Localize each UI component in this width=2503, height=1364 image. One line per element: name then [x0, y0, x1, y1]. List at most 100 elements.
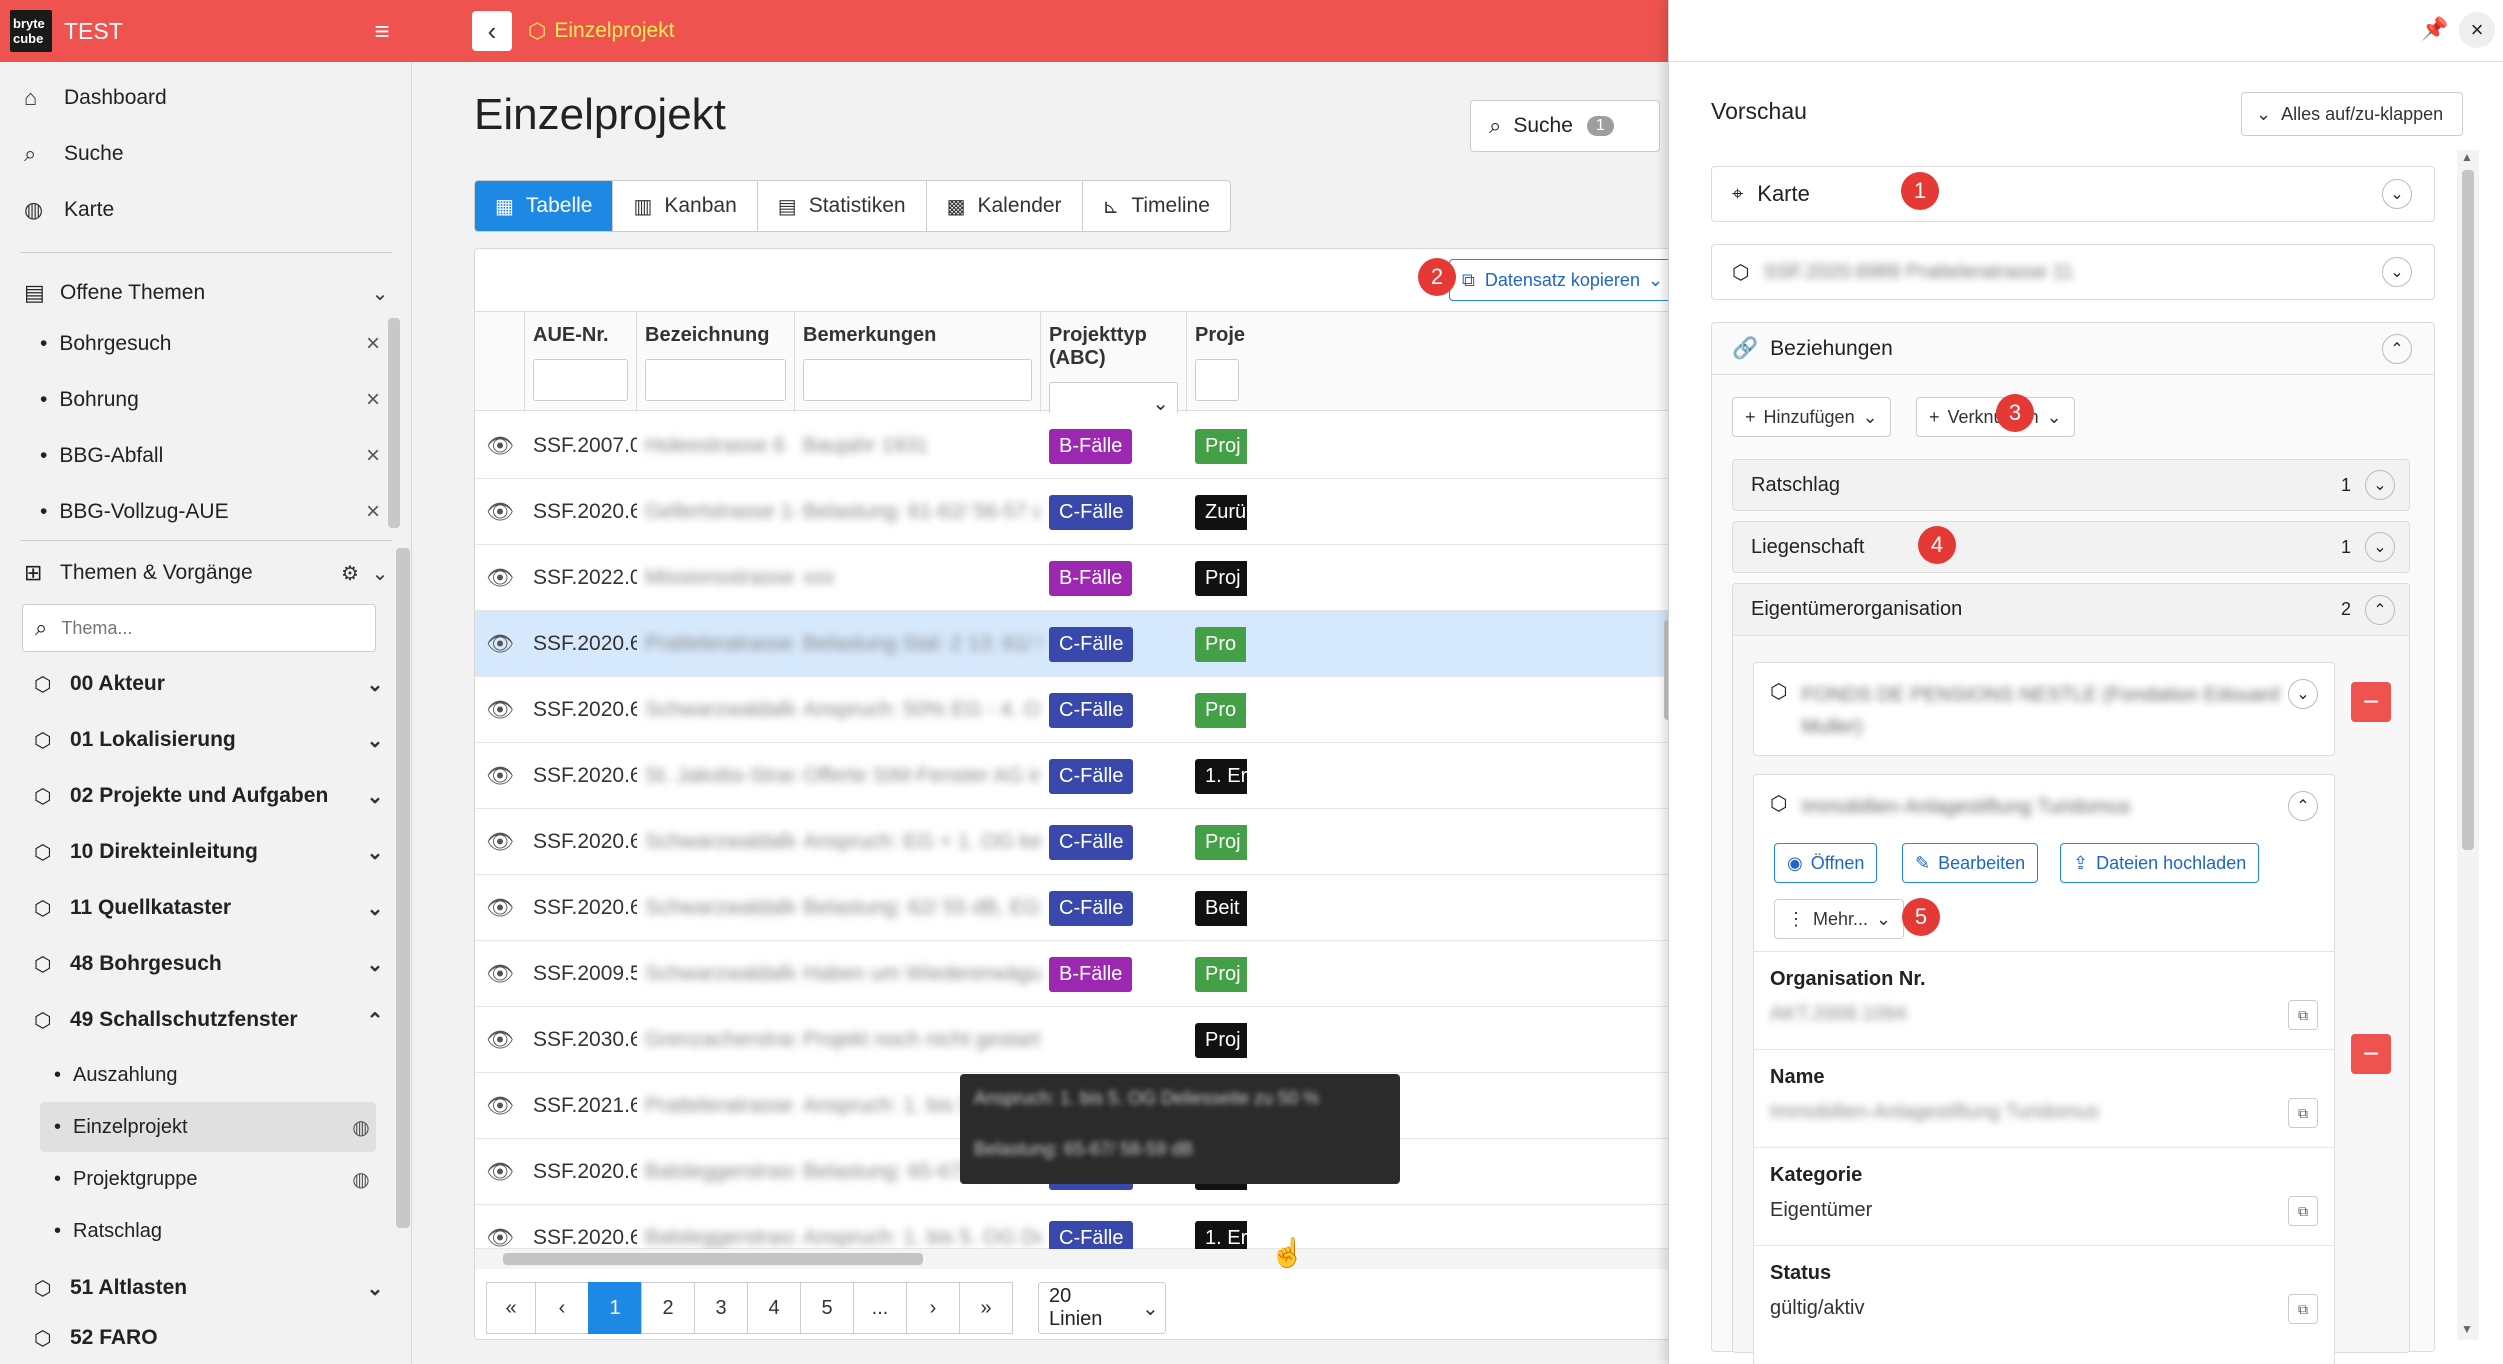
menu-icon[interactable]: ≡ [362, 11, 402, 51]
page-prev-button[interactable]: ‹ [535, 1282, 589, 1334]
chevron-down-icon[interactable]: ⌄ [2382, 257, 2412, 287]
header-bezeichnung[interactable]: Bezeichnung [637, 312, 795, 412]
eigentuemer-header[interactable]: Eigentümerorganisation 2 ⌃ [1733, 584, 2409, 636]
sub-topic-item-active[interactable]: • Einzelprojekt ◍ [40, 1102, 376, 1152]
page-4-button[interactable]: 4 [747, 1282, 801, 1334]
nav-map[interactable]: ◍ Karte [0, 182, 412, 238]
open-topic-item[interactable]: • Bohrung × [0, 372, 390, 428]
upload-files-button[interactable]: ⇪ Dateien hochladen [2060, 843, 2260, 883]
page-3-button[interactable]: 3 [694, 1282, 748, 1334]
chevron-up-icon[interactable]: ⌃ [360, 1008, 390, 1033]
table-row[interactable]: 👁 SSF.2007.0671 Holeestrasse 6 Baujahr 1931… [475, 413, 1671, 479]
copy-icon[interactable]: ⧉ [2288, 1294, 2318, 1324]
chevron-down-icon[interactable]: ⌄ [2288, 679, 2318, 709]
chevron-down-icon[interactable]: ⌄ [2365, 470, 2395, 500]
topic-item[interactable]: ⬡ 00 Akteur ⌄ [0, 656, 390, 712]
copy-icon[interactable]: ⧉ [2288, 1196, 2318, 1226]
page-last-button[interactable]: » [959, 1282, 1013, 1334]
table-row[interactable]: 👁 SSF.2020.6979 St. Jakobs-Strasse 157 Offe… [475, 743, 1671, 809]
filter-input[interactable] [1195, 359, 1239, 401]
tab-statistics[interactable]: ▤ Statistiken [758, 181, 927, 231]
chevron-down-icon[interactable]: ⌄ [360, 1276, 390, 1301]
link-relation-button[interactable]: + Verknüpfen ⌄ [1916, 397, 2075, 437]
open-topics-header[interactable]: ▤ Offene Themen ⌄ [0, 268, 395, 318]
remove-relation-button[interactable]: − [2351, 682, 2391, 722]
table-row[interactable]: 👁 SSF.2020.6926 Schwarzwaldallee 65 Belastu… [475, 875, 1671, 941]
topics-header[interactable]: ⊞ Themen & Vorgänge ⚙ ⌄ [0, 548, 395, 598]
topic-item[interactable]: ⬡ 48 Bohrgesuch ⌄ [0, 936, 390, 992]
scroll-up-icon[interactable]: ▲ [2461, 150, 2473, 164]
add-relation-button[interactable]: + Hinzufügen ⌄ [1732, 397, 1891, 437]
eye-icon[interactable]: 👁 [475, 545, 525, 611]
topic-search-input[interactable] [61, 617, 342, 639]
header-aue-nr[interactable]: AUE-Nr. [525, 312, 637, 412]
tab-calendar[interactable]: ▩ Kalender [927, 181, 1083, 231]
topic-item[interactable]: ⬡ 01 Lokalisierung ⌄ [0, 712, 390, 768]
page-first-button[interactable]: « [486, 1282, 536, 1334]
topic-item-expanded[interactable]: ⬡ 49 Schallschutzfenster ⌃ [0, 992, 390, 1048]
close-icon[interactable]: × [356, 442, 390, 470]
open-topic-item[interactable]: • Bohrgesuch × [0, 316, 390, 372]
nav-search[interactable]: ⌕ Suche [0, 126, 412, 182]
eye-icon[interactable]: 👁 [475, 1073, 525, 1139]
globe-icon[interactable]: ◍ [346, 1167, 376, 1192]
app-logo[interactable]: bryte cube [10, 10, 52, 52]
eye-icon[interactable]: 👁 [475, 611, 525, 677]
topic-item[interactable]: ⬡ 02 Projekte und Aufgaben ⌄ [0, 768, 390, 824]
table-row[interactable]: 👁 SSF.2020.6989 Pratteleratrasse 11 Belastu… [475, 611, 1671, 677]
chevron-down-icon[interactable]: ⌄ [2382, 179, 2412, 209]
toggle-all-button[interactable]: ⌄ Alles auf/zu-klappen [2241, 92, 2463, 136]
topic-item[interactable]: ⬡ 11 Quellkataster ⌄ [0, 880, 390, 936]
tab-kanban[interactable]: ▥ Kanban [613, 181, 758, 231]
copy-icon[interactable]: ⧉ [2288, 1098, 2318, 1128]
open-topic-item[interactable]: • BBG-Abfall × [0, 428, 390, 484]
chevron-down-icon[interactable]: ⌄ [360, 672, 390, 697]
close-icon[interactable]: × [356, 386, 390, 414]
open-button[interactable]: ◉ Öffnen [1774, 843, 1878, 883]
close-icon[interactable]: × [356, 330, 390, 358]
gear-icon[interactable]: ⚙ [335, 561, 365, 586]
filter-input[interactable] [645, 359, 786, 401]
search-button[interactable]: ⌕ Suche 1 [1470, 100, 1660, 152]
open-topic-item[interactable]: • BBG-Vollzug-AUE × [0, 484, 390, 540]
record-accordion[interactable]: ⬡ SSF.2020.6989 Pratteleratrasse 11 ⌄ [1711, 244, 2435, 300]
breadcrumb[interactable]: ⬡ Einzelprojekt [528, 19, 675, 44]
org-card[interactable]: ⬡ FONDS DE PENSIONS NESTLE (Fondation Edo… [1753, 662, 2335, 756]
copy-icon[interactable]: ⧉ [2288, 1000, 2318, 1030]
relation-group-liegenschaft[interactable]: Liegenschaft 1 ⌄ [1732, 521, 2410, 573]
sub-topic-item[interactable]: • Ratschlag [40, 1206, 376, 1256]
topics-scrollbar[interactable] [396, 548, 410, 1228]
nav-dashboard[interactable]: ⌂ Dashboard [0, 70, 412, 126]
tab-timeline[interactable]: ⊾ Timeline [1083, 181, 1230, 231]
eye-icon[interactable]: 👁 [475, 1007, 525, 1073]
topic-search[interactable]: ⌕ [22, 604, 376, 652]
eye-icon[interactable]: 👁 [475, 677, 525, 743]
close-panel-button[interactable]: × [2459, 12, 2495, 48]
tab-table[interactable]: ▦ Tabelle [475, 181, 614, 231]
topic-item[interactable]: ⬡ 51 Altlasten ⌄ [0, 1260, 390, 1316]
scroll-down-icon[interactable]: ▼ [2461, 1322, 2473, 1336]
table-row[interactable]: 👁 SSF.2020.6971 Gellertstrasse 140 Belastun… [475, 479, 1671, 545]
chevron-down-icon[interactable]: ⌄ [360, 728, 390, 753]
edit-button[interactable]: ✎ Bearbeiten [1902, 843, 2039, 883]
eye-icon[interactable]: 👁 [475, 479, 525, 545]
filter-input[interactable] [803, 359, 1032, 401]
sub-topic-item[interactable]: • Projektgruppe ◍ [40, 1154, 376, 1204]
relations-header[interactable]: 🔗 Beziehungen ⌃ [1712, 323, 2434, 375]
page-5-button[interactable]: 5 [800, 1282, 854, 1334]
back-button[interactable]: ‹ [472, 11, 512, 51]
eye-icon[interactable]: 👁 [475, 743, 525, 809]
page-next-button[interactable]: › [906, 1282, 960, 1334]
eye-icon[interactable]: 👁 [475, 809, 525, 875]
table-row[interactable]: 👁 SSF.2030.6995 Grenzacherstrasse 231 Proje… [475, 1007, 1671, 1073]
header-bemerkungen[interactable]: Bemerkungen [795, 312, 1041, 412]
table-row[interactable]: 👁SSF.2020.6954Balsleggerstrasse 50Anspru… [475, 1205, 1671, 1256]
chevron-down-icon[interactable]: ⌄ [360, 952, 390, 977]
topic-item[interactable]: ⬡ 52 FARO [0, 1316, 390, 1364]
chevron-down-icon[interactable]: ⌄ [2365, 532, 2395, 562]
chevron-down-icon[interactable]: ⌄ [360, 784, 390, 809]
chevron-down-icon[interactable]: ⌄ [365, 561, 395, 586]
remove-relation-button[interactable]: − [2351, 1034, 2391, 1074]
page-1-button[interactable]: 1 [588, 1282, 642, 1334]
close-icon[interactable]: × [356, 498, 390, 526]
